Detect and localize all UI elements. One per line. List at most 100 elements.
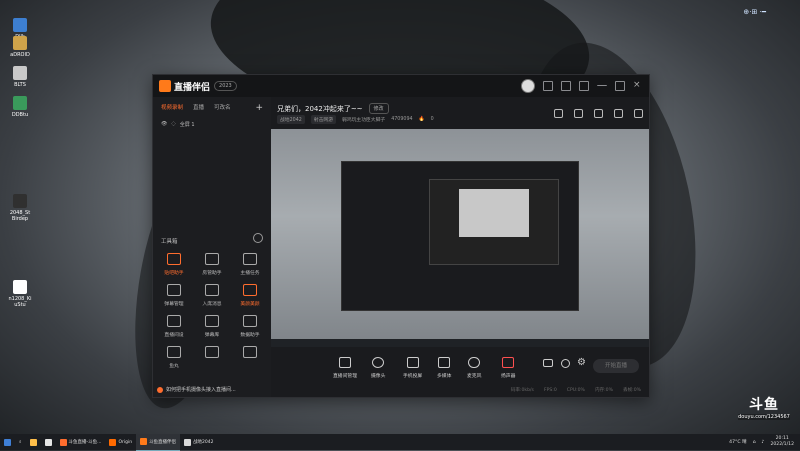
clock[interactable]: 20:11 2022/1/12 — [770, 436, 794, 448]
tool-item[interactable]: 鱼丸 — [155, 346, 193, 369]
tab-rename[interactable]: 可改名 — [214, 103, 231, 113]
taskbar-item[interactable]: 斗鱼直播-斗鱼... — [56, 434, 106, 450]
edit-title-button[interactable]: 修改 — [368, 103, 389, 114]
avatar[interactable] — [521, 79, 535, 93]
window-controls: × — [521, 79, 643, 93]
desktop-icon[interactable]: BLTS — [2, 66, 38, 88]
tool-icon — [243, 253, 257, 265]
desktop-icon-label: BLTS — [14, 82, 26, 88]
desktop-icon[interactable]: aDROID — [2, 36, 38, 58]
tool-item[interactable]: 房管助手 — [193, 253, 231, 276]
tool-label: 弹幕库 — [204, 333, 220, 338]
share-icon[interactable] — [634, 109, 643, 118]
skin-icon[interactable] — [579, 81, 589, 91]
desktop-icon-label: 2048_St Birdep — [9, 210, 31, 222]
douyu-watermark: 斗鱼 douyu.com/1234567 — [738, 394, 790, 420]
add-scene-button[interactable]: + — [255, 103, 263, 113]
tool-icon — [243, 346, 257, 358]
control-mic[interactable]: 麦克风 — [467, 357, 481, 379]
taskbar-item[interactable] — [26, 434, 41, 450]
tool-item[interactable]: 美颜美颜 — [231, 284, 269, 307]
subcategory-tag[interactable]: 射击网游 — [310, 115, 337, 124]
tab-live[interactable]: 直播 — [193, 103, 204, 113]
tool-item[interactable]: 弹幕库 — [193, 315, 231, 338]
taskbar-item[interactable]: Origin — [105, 434, 136, 450]
tool-item[interactable]: 贴吧助手 — [155, 253, 193, 276]
tool-icon — [205, 315, 219, 327]
minimize-icon[interactable] — [597, 85, 607, 87]
stream-preview[interactable] — [271, 129, 649, 347]
task-label: 战地2042 — [193, 440, 214, 445]
tool-item[interactable]: 数据助手 — [231, 315, 269, 338]
task-label: 斗鱼直播-斗鱼... — [68, 440, 102, 445]
collapse-icon[interactable] — [253, 233, 263, 243]
settings-icon[interactable]: ⚙ — [577, 358, 586, 368]
start-live-button[interactable]: 开始直播 — [593, 359, 639, 373]
tool-label: 鱼丸 — [169, 364, 179, 369]
streamer-name: 弱鸡玩主功臣大脚子 — [342, 118, 386, 123]
control-label: 手机投屏 — [403, 374, 423, 379]
play-icon — [438, 357, 451, 368]
taskbar-item[interactable]: 斗鱼直播伴侣 — [136, 433, 181, 451]
file-explorer-icon — [29, 438, 37, 446]
tool-item[interactable]: 主播任务 — [231, 253, 269, 276]
control-room-manage[interactable]: 直播间管理 — [333, 357, 357, 379]
clock-date: 2022/1/12 — [770, 442, 794, 447]
camera-icon[interactable] — [574, 109, 583, 118]
version-badge[interactable]: 2023 — [214, 81, 237, 91]
scene-item[interactable]: 👁 ◌ 全屏 1 — [161, 121, 263, 128]
tool-item[interactable] — [193, 346, 231, 369]
tool-item[interactable] — [231, 346, 269, 369]
timer-icon[interactable] — [561, 359, 570, 368]
status-bar: 码率:0kb/s FPS:0 CPU:0% 内存:0% 丢帧:0% — [271, 383, 649, 397]
tool-icon — [205, 253, 219, 265]
app-icon — [13, 18, 27, 32]
close-icon[interactable]: × — [633, 81, 643, 91]
bell-icon[interactable] — [614, 109, 623, 118]
webcam-icon — [372, 357, 385, 368]
tool-item[interactable]: 直播间设 — [155, 315, 193, 338]
eye-icon[interactable]: 👁 — [161, 121, 167, 128]
layout-icon[interactable] — [554, 109, 563, 118]
weather-text[interactable]: 47°C 晴 — [729, 439, 746, 445]
tip-banner[interactable]: 如何把手机摄像头接入直播间... — [157, 386, 236, 393]
tab-video[interactable]: 视频录制 — [161, 103, 183, 113]
tool-icon — [167, 284, 181, 296]
tshirt-icon[interactable] — [543, 81, 553, 91]
watermark-sub: douyu.com/1234567 — [738, 414, 790, 420]
network-icon[interactable]: ⌂ — [753, 440, 756, 445]
taskbar-item[interactable] — [41, 434, 56, 450]
volume-icon[interactable]: ♪ — [762, 440, 765, 445]
phone-icon — [406, 357, 419, 368]
lock-icon[interactable]: ◌ — [171, 121, 175, 128]
control-label: 直播间管理 — [333, 374, 357, 379]
desktop-icon[interactable]: DDBtu — [2, 96, 38, 118]
search-button[interactable]: ⌕ — [15, 434, 26, 450]
start-button[interactable] — [0, 434, 15, 450]
desktop-icon[interactable]: 2048_St Birdep — [2, 194, 38, 222]
taskbar-item[interactable]: 战地2042 — [180, 434, 217, 450]
screen-icon[interactable] — [561, 81, 571, 91]
scene-label: 全屏 1 — [179, 122, 195, 128]
control-phone-cast[interactable]: 手机投屏 — [403, 357, 422, 379]
maximize-icon[interactable] — [615, 81, 625, 91]
category-tag[interactable]: 战地2042 — [277, 115, 305, 124]
mic-icon — [468, 357, 481, 368]
tool-label: 主播任务 — [240, 271, 260, 276]
desktop-icon[interactable]: n1208_Ki uStu — [2, 280, 38, 308]
heat-count: 0 — [430, 117, 434, 122]
control-camera[interactable]: 摄像头 — [371, 357, 385, 379]
scene-tabs: 视频录制 直播 可改名 + — [153, 97, 271, 119]
tool-icon — [205, 346, 219, 358]
info-icon — [157, 386, 163, 393]
control-speaker[interactable]: 扬声器 — [501, 357, 515, 379]
logo-icon — [159, 80, 171, 92]
status-bitrate: 码率:0kb/s — [510, 388, 534, 393]
grid-icon[interactable] — [594, 109, 603, 118]
record-icon[interactable] — [543, 359, 553, 367]
control-media[interactable]: 多媒体 — [437, 357, 451, 379]
tool-item[interactable]: 弹幕管理 — [155, 284, 193, 307]
tools-title: 工具箱 — [161, 239, 178, 245]
tool-item[interactable]: 入席消息 — [193, 284, 231, 307]
top-tray-widget[interactable]: ⊕·⊞ ·━ — [743, 8, 766, 16]
